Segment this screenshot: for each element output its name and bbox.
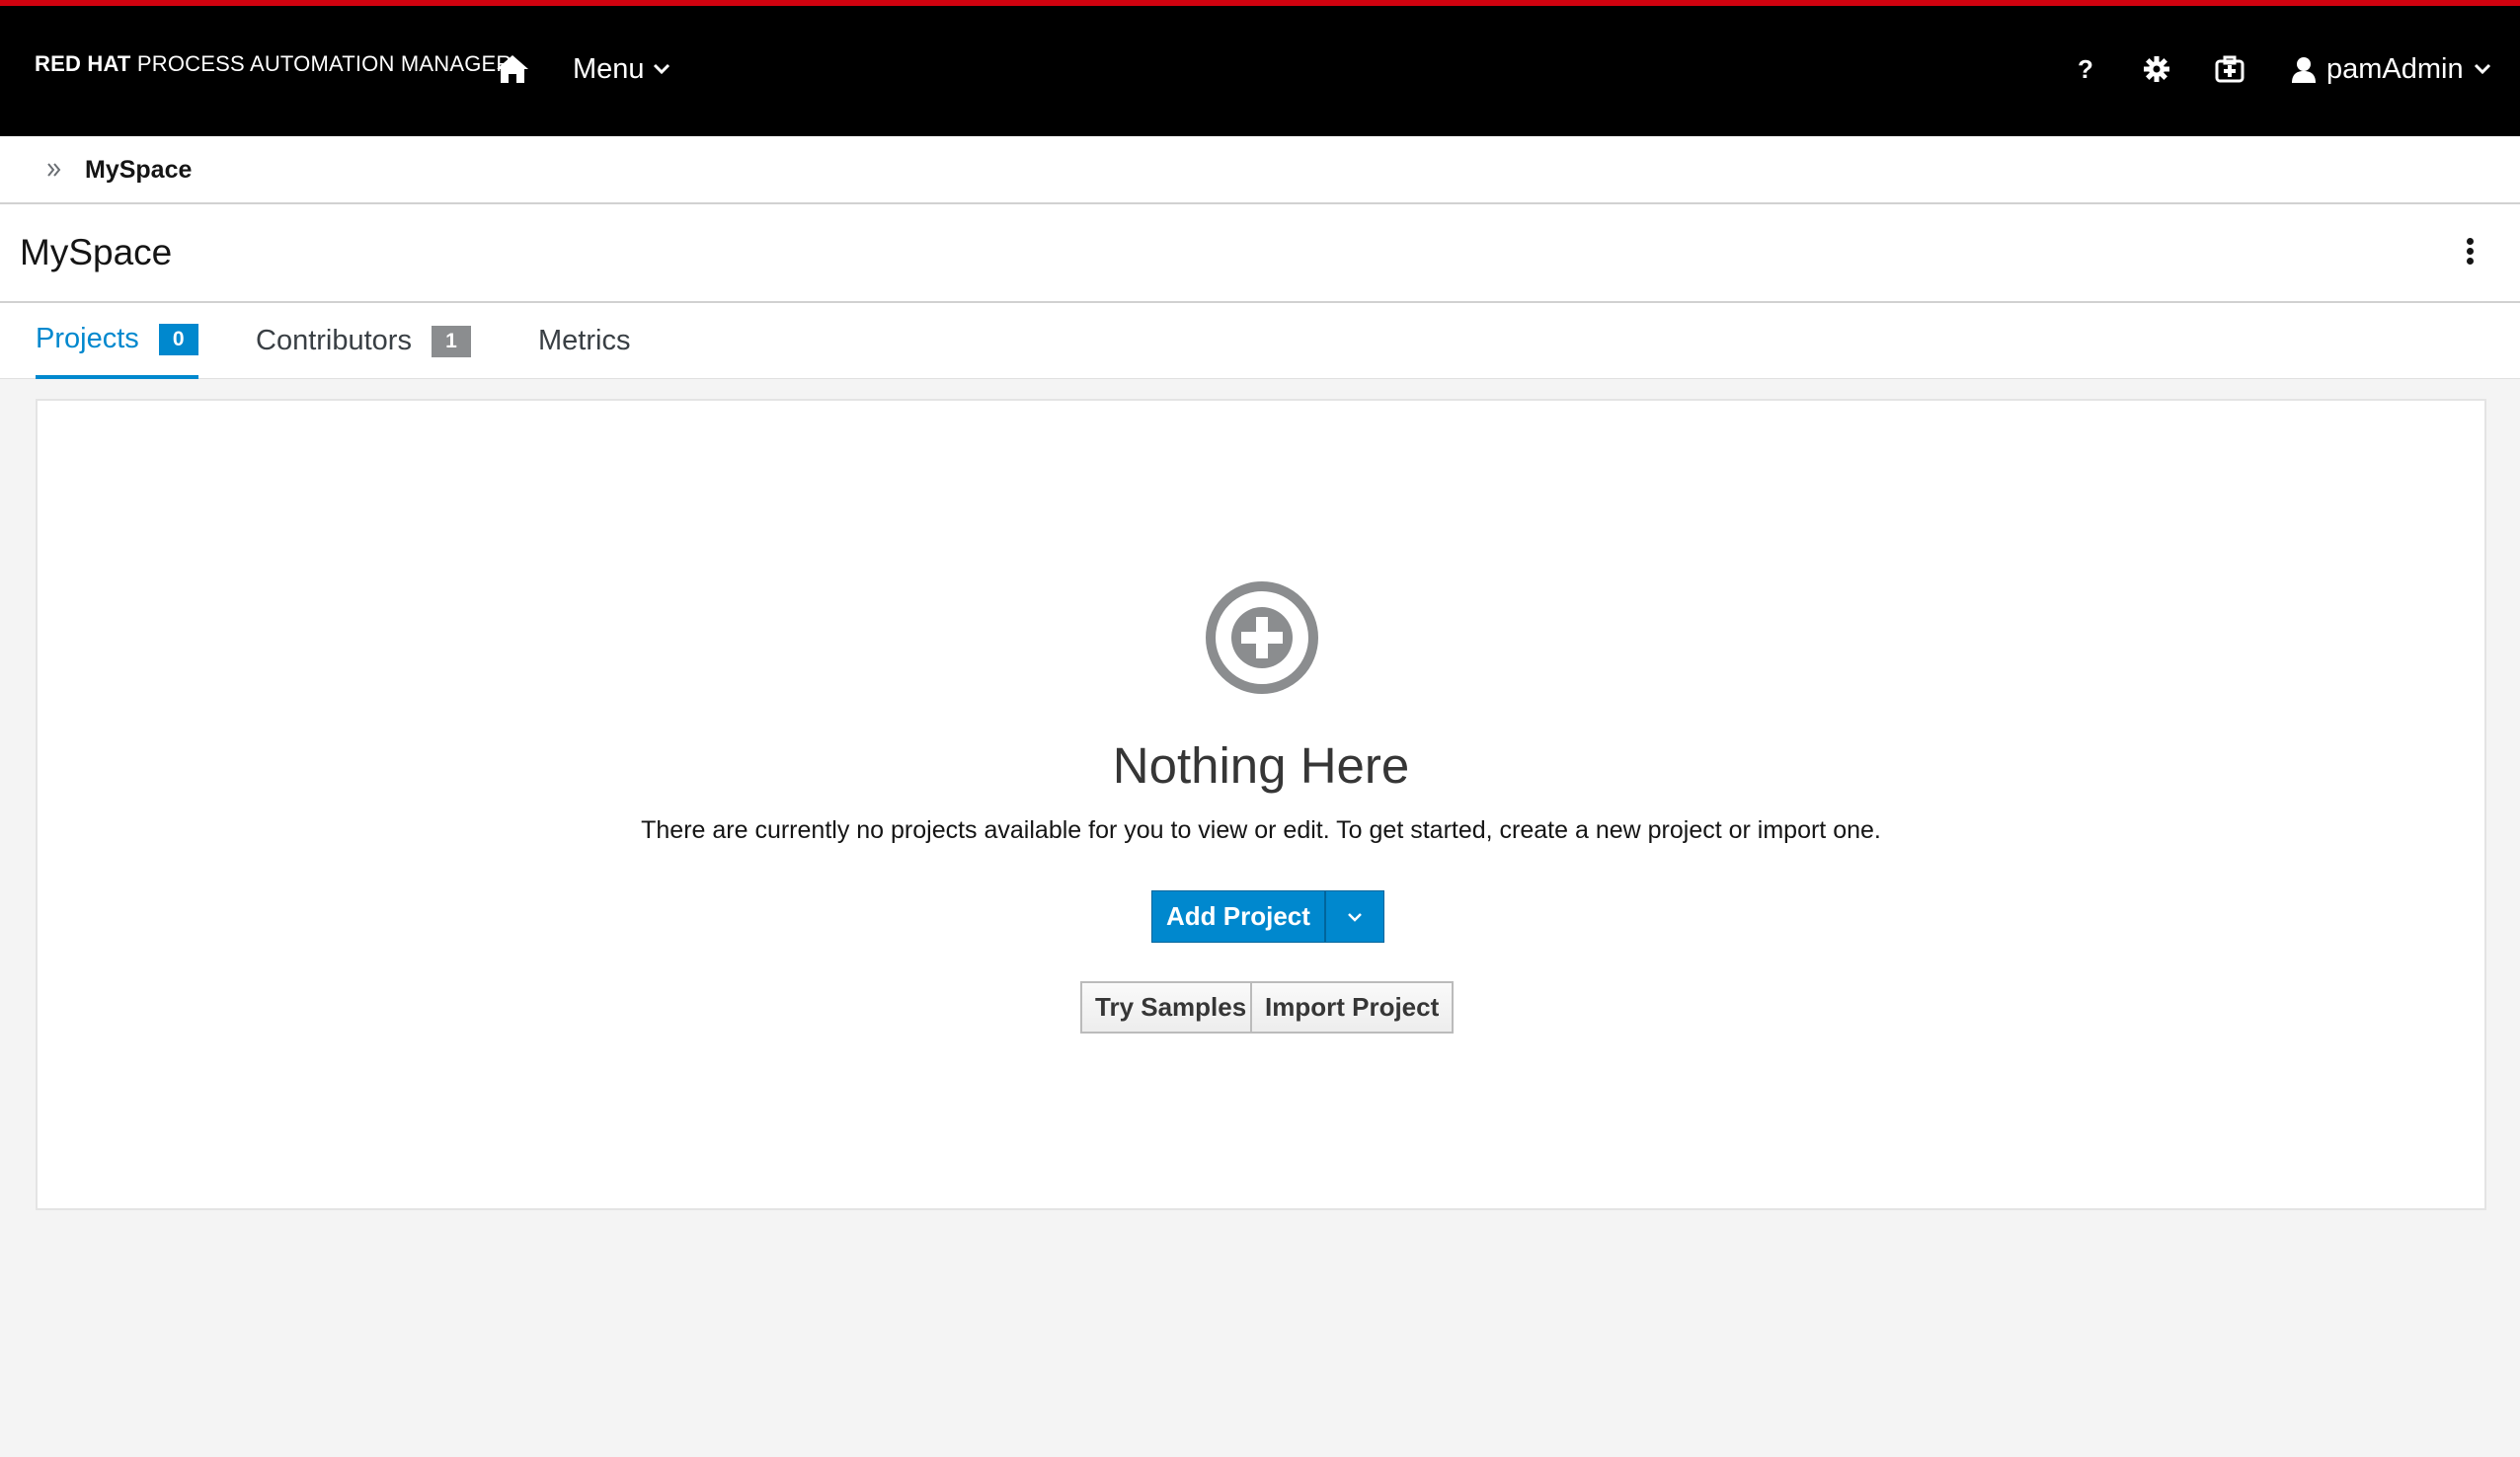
empty-state-description: There are currently no projects availabl… [641,816,1881,844]
tab-projects[interactable]: Projects 0 [36,303,198,379]
count-badge: 1 [431,325,471,357]
add-project-split-button: Add Project [1151,890,1384,943]
home-icon[interactable] [494,49,531,89]
support-case-button[interactable] [2215,49,2244,89]
add-circle-icon [1206,581,1318,694]
kebab-menu-icon[interactable] [2463,238,2477,268]
case-icon [2215,55,2244,83]
page-title: MySpace [20,232,173,272]
tab-bar: Projects 0 Contributors 1 Metrics [0,303,2520,379]
tab-contributors[interactable]: Contributors 1 [256,303,471,379]
chevron-down-icon [653,63,669,75]
menu-label: Menu [573,52,645,85]
double-chevron-right-icon [47,163,61,177]
add-project-dropdown-toggle[interactable] [1324,890,1384,943]
settings-button[interactable] [2143,49,2170,89]
breadcrumb-current[interactable]: MySpace [85,156,192,185]
try-samples-button[interactable]: Try Samples [1080,981,1262,1034]
gear-icon [2144,56,2169,82]
empty-state-title: Nothing Here [1112,737,1410,794]
page-header: MySpace [0,204,2520,303]
add-project-button[interactable]: Add Project [1151,890,1325,943]
brand-logo[interactable]: RED HAT PROCESS AUTOMATION MANAGER [35,51,512,77]
user-icon [2292,57,2316,83]
tab-label: Metrics [538,325,631,356]
chevron-down-icon [1348,912,1362,922]
help-button[interactable]: ? [2078,49,2093,89]
count-badge: 0 [158,323,198,355]
empty-state-card: Nothing Here There are currently no proj… [36,399,2486,1210]
import-project-button[interactable]: Import Project [1250,981,1455,1034]
menu-dropdown[interactable]: Menu [573,49,670,89]
breadcrumb: MySpace [0,136,2520,204]
chevron-down-icon [2474,63,2490,75]
tab-metrics[interactable]: Metrics [538,303,630,379]
masthead: RED HAT PROCESS AUTOMATION MANAGER Menu … [0,0,2520,136]
user-name: pamAdmin [2326,52,2464,85]
help-icon: ? [2078,53,2093,84]
tab-label: Projects [36,323,139,354]
tab-label: Contributors [256,325,412,356]
user-dropdown[interactable]: pamAdmin [2291,49,2491,89]
